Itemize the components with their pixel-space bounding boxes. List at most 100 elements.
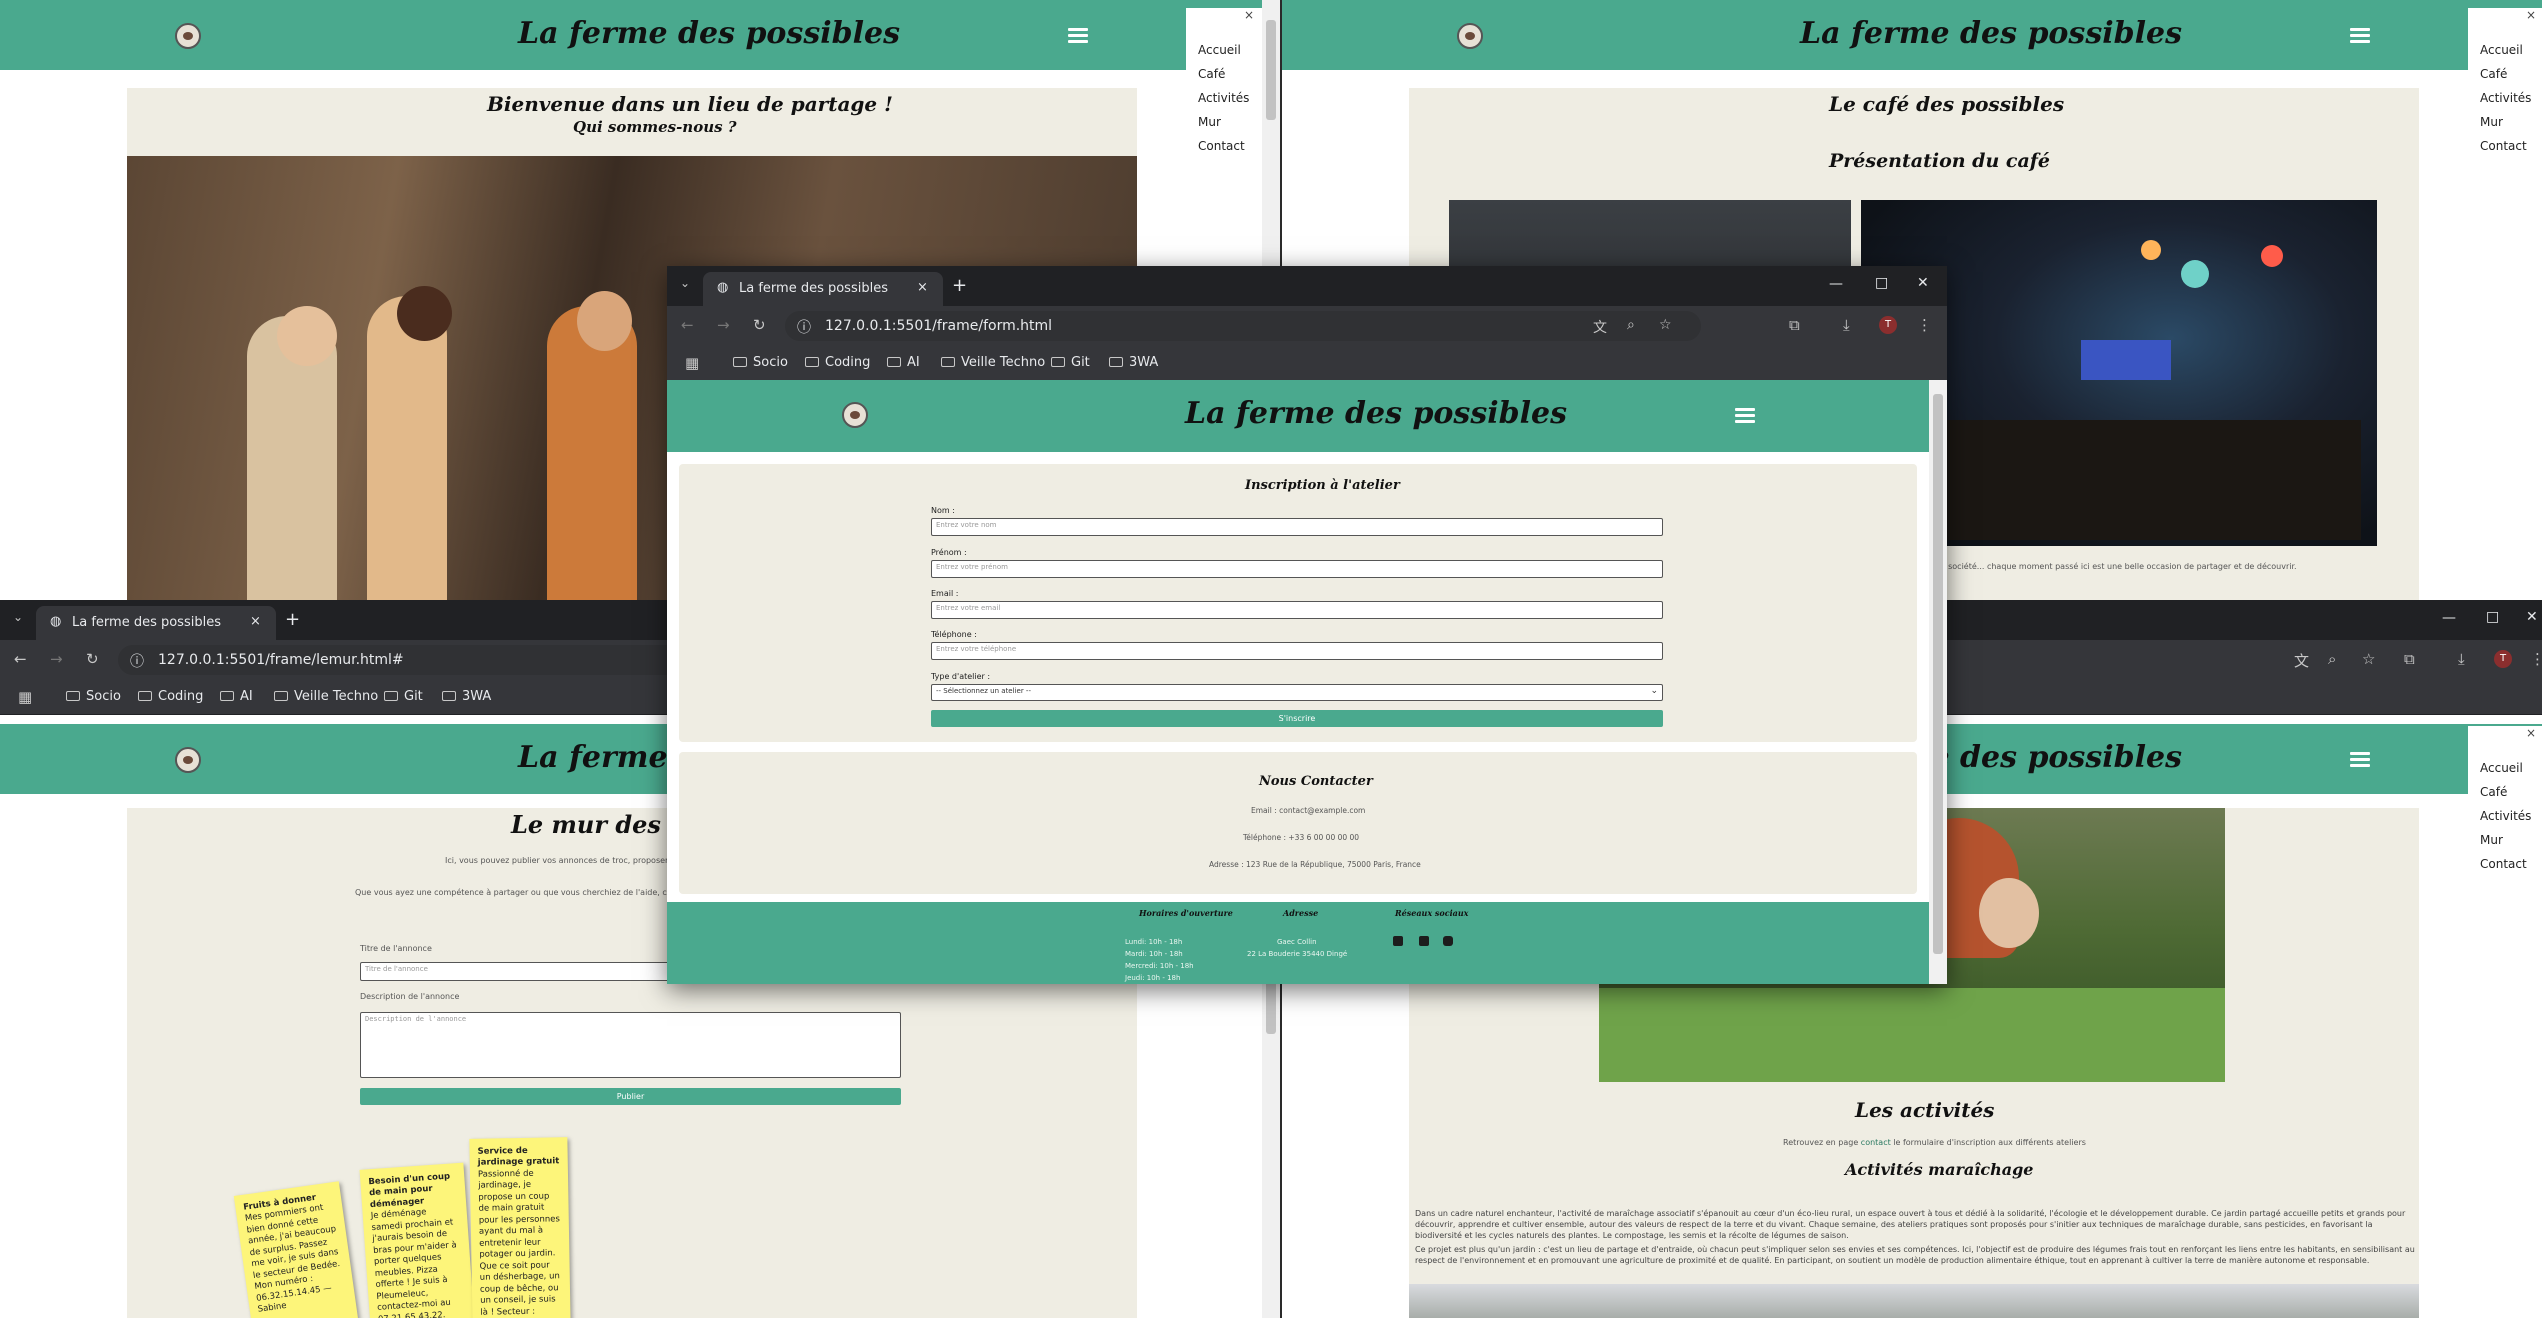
instagram-icon[interactable] — [1443, 936, 1453, 946]
bookmark-3wa[interactable]: 3WA — [1109, 355, 1158, 370]
menu-burger-icon[interactable] — [1068, 28, 1088, 43]
contact-link[interactable]: contact — [1861, 1138, 1891, 1147]
nav-item-activites[interactable]: Activités — [1186, 86, 1266, 110]
close-icon[interactable]: × — [2526, 726, 2536, 740]
apps-grid-icon[interactable]: ▦ — [18, 688, 32, 706]
extensions-icon[interactable]: ⧉ — [2404, 650, 2415, 668]
bookmark-ai[interactable]: AI — [220, 689, 253, 704]
bookmark-coding[interactable]: Coding — [138, 689, 203, 704]
telephone-input[interactable]: Entrez votre téléphone — [931, 642, 1663, 660]
nav-item-accueil[interactable]: Accueil — [2468, 38, 2542, 62]
bookmark-3wa[interactable]: 3WA — [442, 689, 491, 704]
close-window-icon[interactable]: ✕ — [1917, 275, 1929, 291]
nav-item-mur[interactable]: Mur — [1186, 110, 1266, 134]
avatar[interactable]: T — [1879, 316, 1897, 334]
site-logo[interactable] — [842, 402, 868, 428]
nav-item-cafe[interactable]: Café — [2468, 62, 2542, 86]
site-info-icon[interactable]: ⓘ — [130, 651, 144, 671]
nav-item-accueil[interactable]: Accueil — [2468, 756, 2542, 780]
close-window-icon[interactable]: ✕ — [2526, 609, 2538, 625]
nav-item-contact[interactable]: Contact — [2468, 134, 2542, 158]
sticky-note-2[interactable]: Besoin d'un coup de main pour déménager J… — [359, 1162, 475, 1318]
tab-close-icon[interactable]: × — [917, 280, 928, 295]
translate-icon[interactable]: 文 — [2294, 650, 2309, 671]
bookmark-socio[interactable]: Socio — [66, 689, 121, 704]
nav-item-contact[interactable]: Contact — [2468, 852, 2542, 876]
new-tab-icon[interactable]: + — [952, 275, 967, 296]
sticky-note-3[interactable]: Service de jardinage gratuit Passionné de… — [469, 1137, 571, 1318]
facebook-icon[interactable] — [1393, 936, 1403, 946]
bookmark-veille-techno[interactable]: Veille Techno — [274, 689, 378, 704]
forward-icon[interactable]: → — [50, 650, 63, 668]
maximize-icon[interactable]: □ — [1875, 275, 1888, 291]
site-info-icon[interactable]: ⓘ — [797, 317, 811, 337]
bookmark-git[interactable]: Git — [1051, 355, 1090, 370]
menu-burger-icon[interactable] — [2350, 28, 2370, 43]
nav-item-accueil[interactable]: Accueil — [1186, 38, 1266, 62]
nav-item-cafe[interactable]: Café — [1186, 62, 1266, 86]
description-textarea[interactable]: Description de l'annonce — [360, 1012, 901, 1078]
publish-button[interactable]: Publier — [360, 1088, 901, 1105]
scrollbar-thumb[interactable] — [1933, 394, 1943, 954]
close-icon[interactable]: × — [1244, 8, 1254, 22]
bookmark-socio[interactable]: Socio — [733, 355, 788, 370]
atelier-select[interactable]: -- Sélectionnez un atelier -- ⌄ — [931, 684, 1663, 701]
window-form: ⌄ ◍ La ferme des possibles × + — □ ✕ ← →… — [667, 266, 1947, 984]
nav-item-cafe[interactable]: Café — [2468, 780, 2542, 804]
cafe-subheading: Présentation du café — [1829, 150, 2051, 172]
extensions-icon[interactable]: ⧉ — [1789, 316, 1800, 334]
browser-tab[interactable]: ◍ La ferme des possibles × — [703, 272, 943, 306]
bookmark-veille-techno[interactable]: Veille Techno — [941, 355, 1045, 370]
atelier-select-value: -- Sélectionnez un atelier -- — [936, 687, 1031, 695]
tab-close-icon[interactable]: × — [250, 614, 261, 629]
minimize-icon[interactable]: — — [2442, 610, 2456, 626]
sticky-note-1[interactable]: Fruits à donner Mes pommiers ont bien don… — [233, 1181, 359, 1318]
close-icon[interactable]: × — [2526, 8, 2536, 22]
bookmarks-bar: ▦ Socio Coding AI Veille Techno Git 3WA — [667, 346, 1947, 381]
contact-email: Email : contact@example.com — [1251, 806, 1366, 815]
twitter-icon[interactable] — [1419, 936, 1429, 946]
nav-item-activites[interactable]: Activités — [2468, 804, 2542, 828]
site-logo[interactable] — [1457, 23, 1483, 49]
nav-item-mur[interactable]: Mur — [2468, 828, 2542, 852]
download-icon[interactable]: ⤓ — [2458, 650, 2465, 668]
nom-input[interactable]: Entrez votre nom — [931, 518, 1663, 536]
browser-tab[interactable]: ◍ La ferme des possibles × — [36, 606, 276, 640]
zoom-icon[interactable]: ⌕ — [2328, 650, 2336, 668]
star-icon[interactable]: ☆ — [2362, 650, 2375, 668]
scrollbar-thumb[interactable] — [1266, 20, 1276, 120]
tab-search-icon[interactable]: ⌄ — [680, 276, 690, 290]
menu-burger-icon[interactable] — [1735, 408, 1755, 423]
nav-item-contact[interactable]: Contact — [1186, 134, 1266, 158]
avatar[interactable]: T — [2494, 650, 2512, 668]
apps-grid-icon[interactable]: ▦ — [685, 354, 699, 372]
email-input[interactable]: Entrez votre email — [931, 601, 1663, 619]
download-icon[interactable]: ⤓ — [1843, 316, 1850, 334]
bookmark-coding[interactable]: Coding — [805, 355, 870, 370]
menu-burger-icon[interactable] — [2350, 752, 2370, 767]
site-logo[interactable] — [175, 747, 201, 773]
more-menu-icon[interactable]: ⋮ — [2530, 650, 2542, 668]
zoom-icon[interactable]: ⌕ — [1627, 317, 1635, 333]
site-logo[interactable] — [175, 23, 201, 49]
new-tab-icon[interactable]: + — [285, 609, 300, 630]
reload-icon[interactable]: ↻ — [753, 316, 766, 334]
back-icon[interactable]: ← — [14, 650, 27, 668]
address-bar[interactable]: ⓘ 127.0.0.1:5501/frame/form.html 文 ⌕ ☆ — [785, 311, 1701, 341]
submit-button[interactable]: S'inscrire — [931, 710, 1663, 727]
tab-search-icon[interactable]: ⌄ — [13, 610, 23, 624]
bookmark-ai[interactable]: AI — [887, 355, 920, 370]
bookmark-git[interactable]: Git — [384, 689, 423, 704]
nav-item-activites[interactable]: Activités — [2468, 86, 2542, 110]
nav-item-mur[interactable]: Mur — [2468, 110, 2542, 134]
back-icon[interactable]: ← — [681, 316, 694, 334]
star-icon[interactable]: ☆ — [1659, 317, 1672, 333]
reload-icon[interactable]: ↻ — [86, 650, 99, 668]
forward-icon[interactable]: → — [717, 316, 730, 334]
maximize-icon[interactable]: □ — [2486, 609, 2499, 625]
scrollbar[interactable] — [1929, 380, 1947, 984]
more-menu-icon[interactable]: ⋮ — [1917, 316, 1932, 334]
prenom-input[interactable]: Entrez votre prénom — [931, 560, 1663, 578]
translate-icon[interactable]: 文 — [1593, 317, 1607, 337]
minimize-icon[interactable]: — — [1829, 276, 1843, 292]
